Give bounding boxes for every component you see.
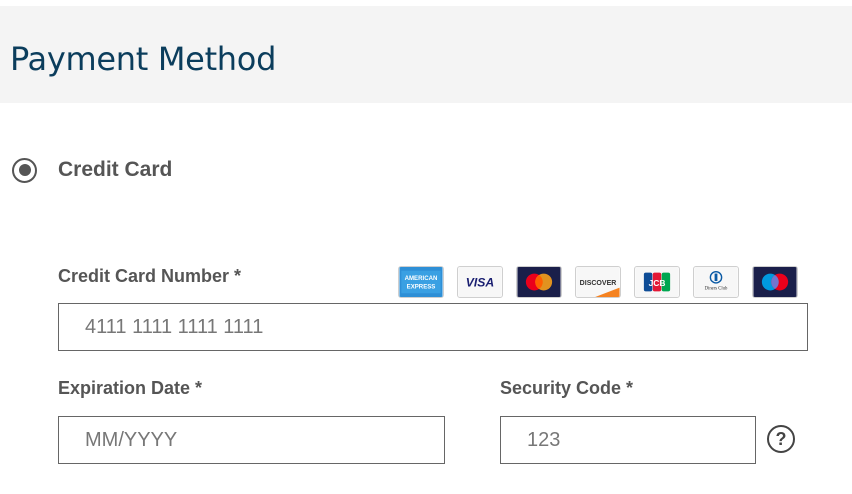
expiration-date-label: Expiration Date * bbox=[58, 378, 203, 398]
jcb-icon: JCB bbox=[634, 266, 680, 298]
radio-selected-dot bbox=[18, 164, 31, 176]
security-code-label: Security Code * bbox=[500, 378, 634, 398]
maestro-icon bbox=[752, 266, 798, 298]
credit-card-option-label: Credit Card bbox=[58, 158, 173, 181]
security-code-placeholder: 123 bbox=[527, 428, 561, 451]
amex-line2: EXPRESS bbox=[407, 284, 436, 291]
credit-card-radio[interactable] bbox=[12, 157, 37, 183]
visa-text: VISA bbox=[466, 276, 494, 290]
diners-club-icon: Diners Club bbox=[693, 266, 739, 298]
help-symbol: ? bbox=[775, 428, 787, 449]
amex-line1: AMERICAN bbox=[405, 275, 438, 282]
discover-icon: DISCOVER bbox=[575, 266, 621, 298]
card-number-placeholder: 4111 1111 1111 1111 bbox=[85, 315, 264, 338]
credit-card-option[interactable]: Credit Card bbox=[12, 156, 172, 184]
amex-icon: AMERICAN EXPRESS bbox=[398, 266, 444, 298]
card-number-input[interactable]: 4111 1111 1111 1111 bbox=[58, 303, 808, 351]
question-mark-icon[interactable]: ? bbox=[767, 425, 795, 453]
expiration-date-input[interactable]: MM/YYYY bbox=[58, 416, 445, 464]
visa-icon: VISA bbox=[457, 266, 503, 298]
card-number-label: Credit Card Number * bbox=[58, 266, 242, 286]
mastercard-icon bbox=[516, 266, 562, 298]
page-title: Payment Method bbox=[10, 40, 277, 78]
discover-text: DISCOVER bbox=[580, 280, 617, 287]
expiration-date-placeholder: MM/YYYY bbox=[85, 428, 178, 451]
security-code-input[interactable]: 123 bbox=[500, 416, 756, 464]
diners-text: Diners Club bbox=[705, 287, 728, 292]
jcb-text: JCB bbox=[649, 278, 666, 288]
page-header: Payment Method bbox=[0, 6, 852, 103]
